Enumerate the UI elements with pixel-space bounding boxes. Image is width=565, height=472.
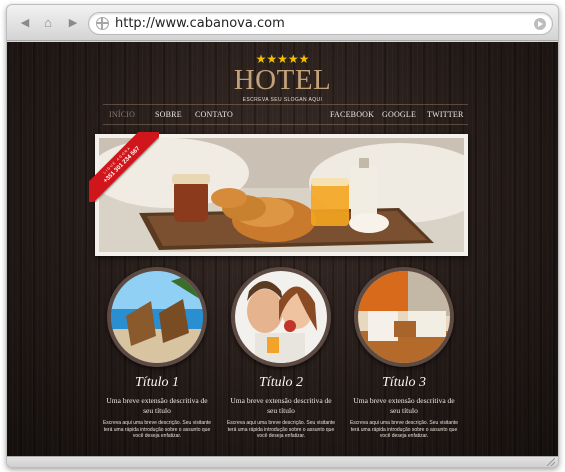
feature-body-2: Escreva aqui uma breve descrição. Seu vi… (226, 420, 336, 439)
beach-chairs-photo (107, 267, 207, 367)
status-bar (7, 456, 558, 467)
forward-arrow-icon[interactable]: ▶ (65, 15, 81, 31)
menu-item-sobre[interactable]: SOBRE (155, 110, 182, 119)
feature-subtitle-1: Uma breve extensão descritiva de seu tít… (106, 396, 208, 415)
menu-item-twitter[interactable]: TWITTER (427, 110, 464, 119)
back-arrow-icon[interactable]: ◀ (17, 15, 33, 31)
menu-divider-top (103, 104, 468, 105)
couple-breakfast-photo (231, 267, 331, 367)
url-text[interactable]: http://www.cabanova.com (115, 16, 285, 31)
feature-subtitle-2: Uma breve extensão descritiva de seu tít… (230, 396, 332, 415)
slogan: ESCREVA SEU SLOGAN AQUI (242, 97, 323, 103)
hotel-room-photo (354, 267, 454, 367)
browser-window: ◀ ⌂ ▶ http://www.cabanova.com ★★★★★ HOTE… (6, 4, 559, 468)
feature-title-3: Título 3 (382, 375, 426, 390)
menu-item-inicio[interactable]: INÍCIO (109, 110, 135, 119)
menu-item-contato[interactable]: CONTATO (195, 110, 233, 119)
browser-toolbar: ◀ ⌂ ▶ http://www.cabanova.com (7, 5, 558, 41)
feature-title-1: Título 1 (135, 375, 179, 390)
home-icon[interactable]: ⌂ (40, 15, 56, 31)
address-bar[interactable]: http://www.cabanova.com (88, 12, 553, 35)
menu-item-google[interactable]: GOOGLE (382, 110, 416, 119)
page-viewport: ★★★★★ HOTEL ESCREVA SEU SLOGAN AQUI INÍC… (7, 42, 558, 458)
globe-icon (96, 17, 109, 30)
hotel-logo[interactable]: HOTEL (7, 64, 558, 97)
feature-subtitle-3: Uma breve extensão descritiva de seu tít… (353, 396, 455, 415)
reload-icon[interactable] (534, 18, 546, 30)
feature-body-1: Escreva aqui uma breve descrição. Seu vi… (102, 420, 212, 439)
feature-title-2: Título 2 (259, 375, 303, 390)
resize-grip-icon[interactable] (547, 458, 555, 466)
ribbon-phone-number[interactable]: +351 301 234 567 (89, 132, 159, 202)
menu-divider-bottom (103, 124, 468, 125)
feature-body-3: Escreva aqui uma breve descrição. Seu vi… (349, 420, 459, 439)
menu-item-facebook[interactable]: FACEBOOK (330, 110, 374, 119)
call-now-ribbon[interactable]: LIGUE AGORA +351 301 234 567 (89, 132, 159, 202)
